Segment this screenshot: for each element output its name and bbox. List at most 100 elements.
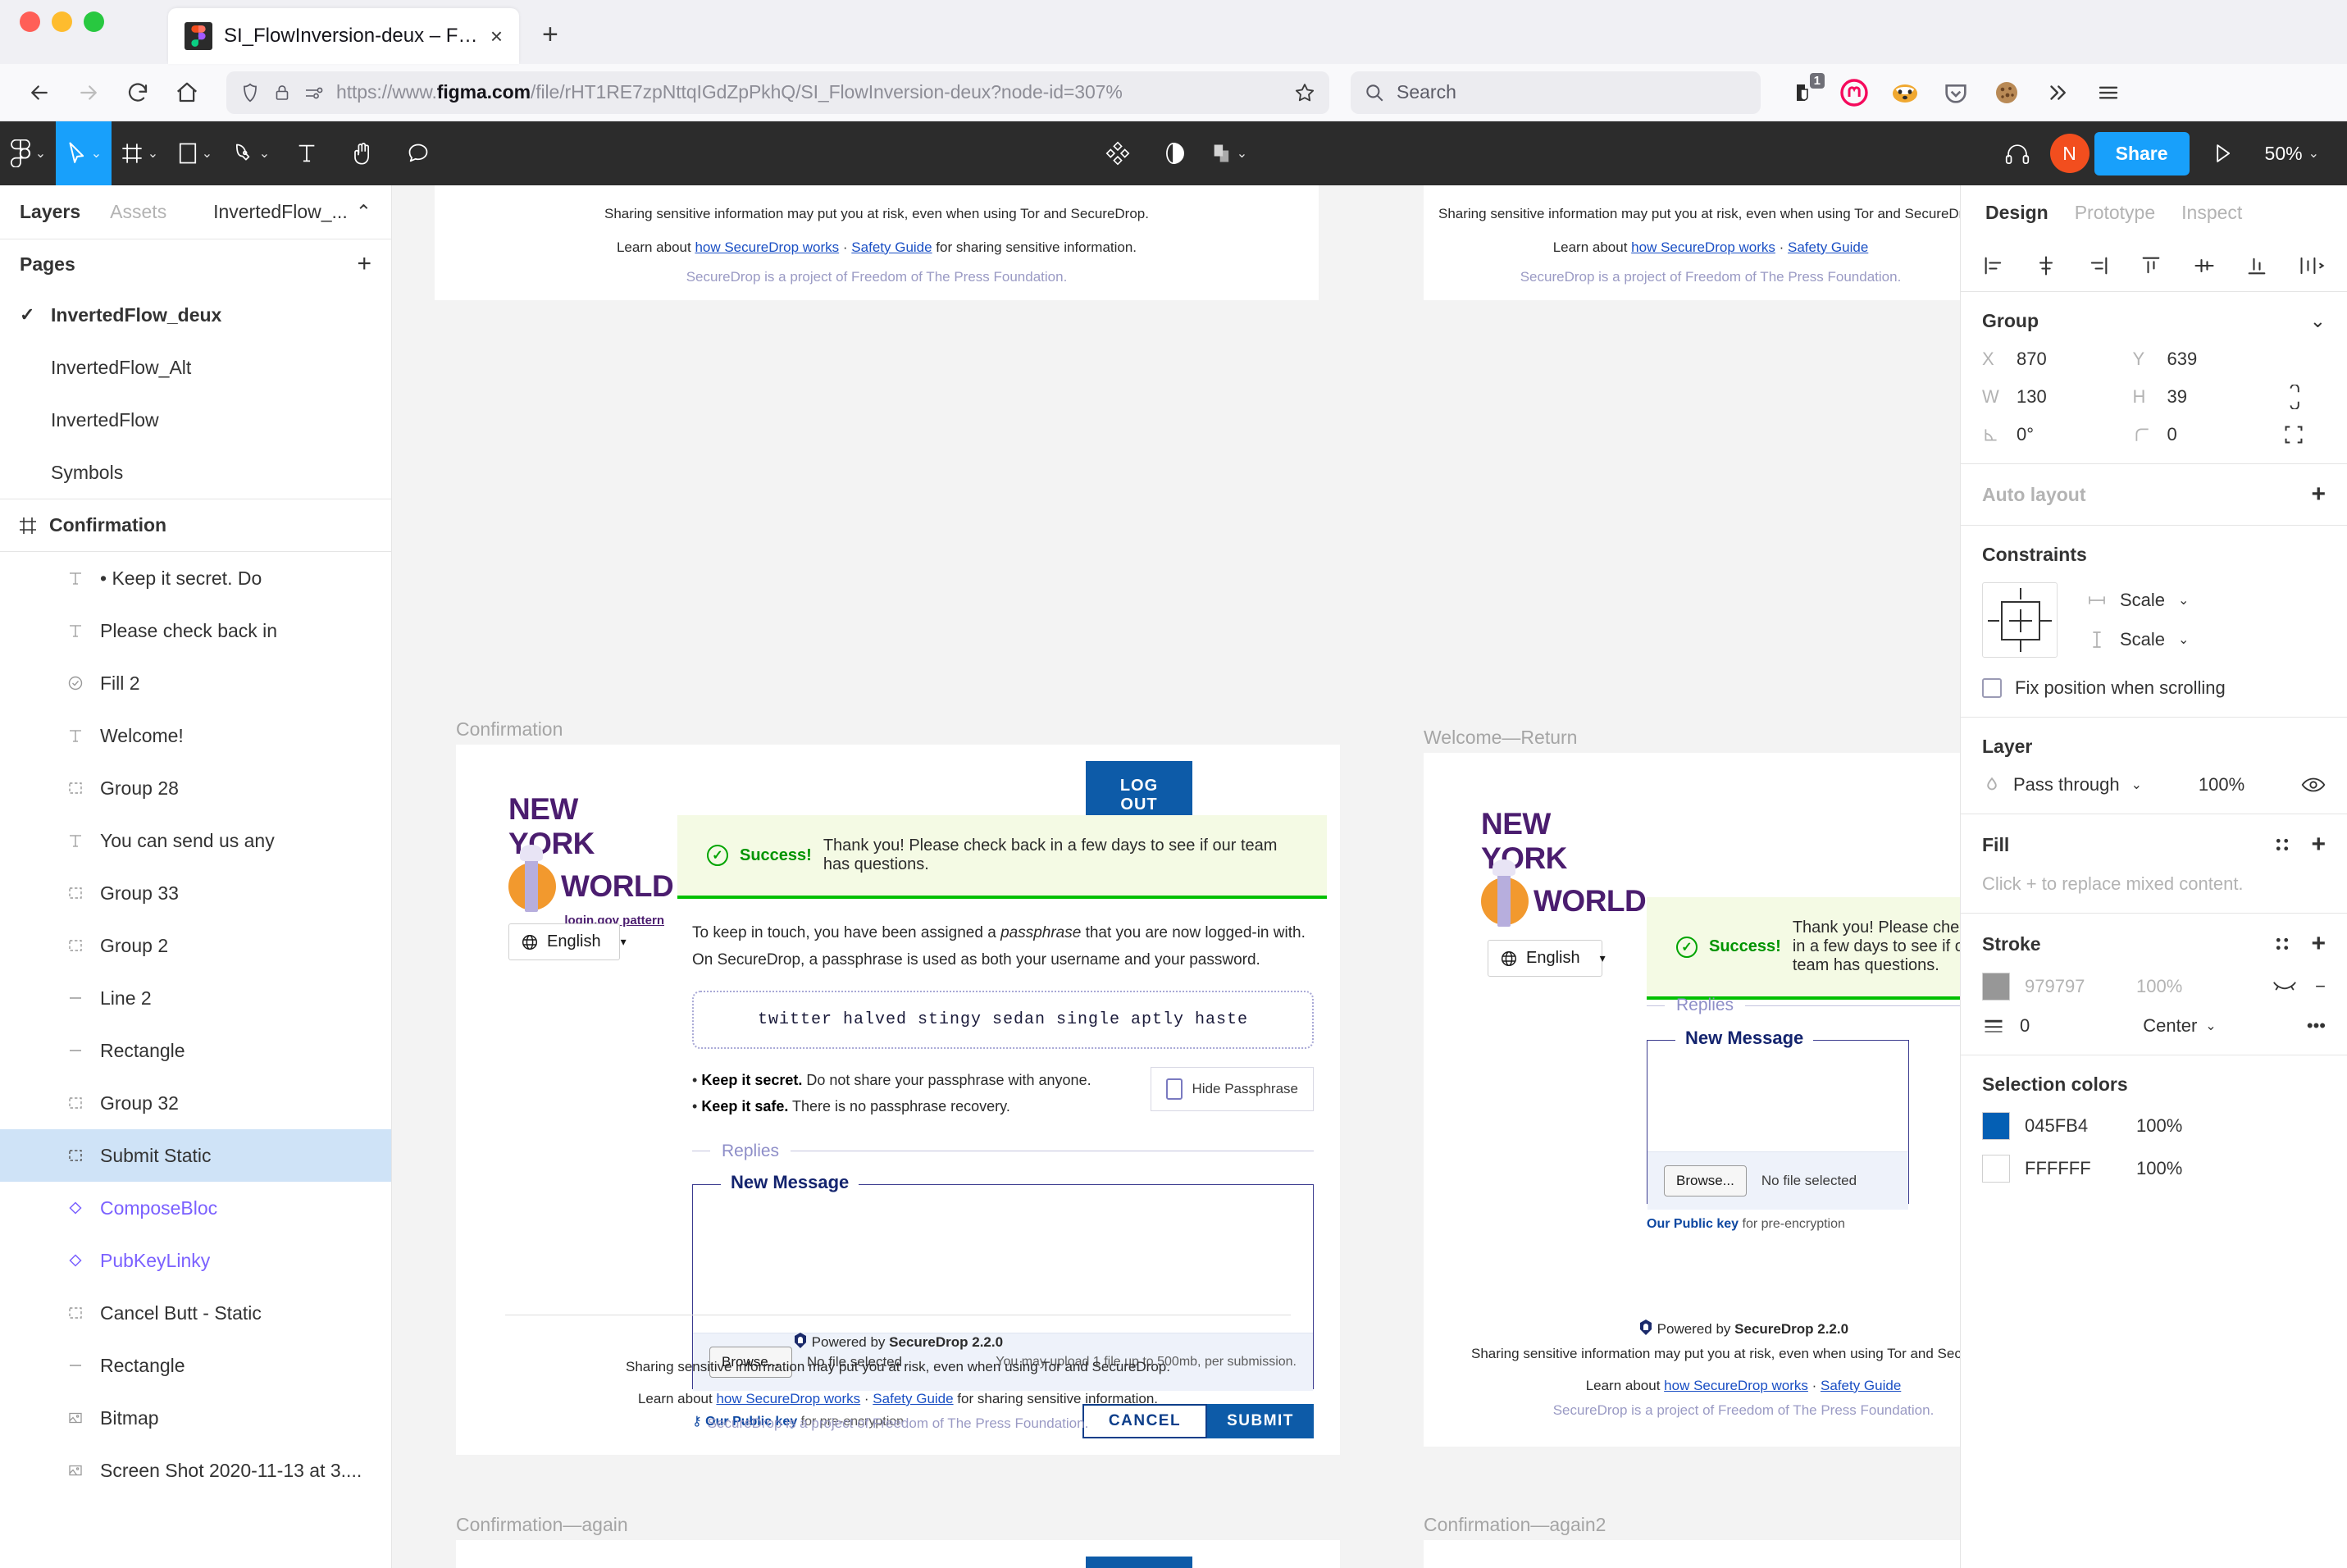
stroke-weight-value[interactable]: 0 (2020, 1015, 2030, 1037)
expand-radius-icon[interactable] (2283, 424, 2326, 445)
how-securedrop-works-link[interactable]: how SecureDrop works (695, 239, 839, 255)
layer-row[interactable]: Bitmap (0, 1392, 391, 1444)
fill-styles-icon[interactable] (2272, 834, 2293, 855)
height-field[interactable]: H 39 (2133, 386, 2284, 408)
search-bar[interactable]: Search (1351, 71, 1761, 114)
close-tab-icon[interactable]: × (490, 25, 503, 47)
layer-frame-confirmation[interactable]: Confirmation (0, 499, 391, 552)
comment-tool-button[interactable] (390, 121, 446, 185)
headphones-icon[interactable] (1989, 121, 2045, 185)
canvas-frame-confirmation-again[interactable]: NEW YORK WORLD login.gov pattern English… (456, 1540, 1340, 1568)
layer-row[interactable]: Please check back in (0, 604, 391, 657)
layer-row[interactable]: Group 28 (0, 762, 391, 814)
browser-tab[interactable]: SI_FlowInversion-deux – Figma × (168, 8, 519, 64)
distribute-icon[interactable] (2298, 254, 2326, 277)
frame-label-confirmation-again2[interactable]: Confirmation—again2 (1424, 1514, 1606, 1536)
safety-guide-link[interactable]: Safety Guide (851, 239, 932, 255)
hide-passphrase-toggle[interactable]: Hide Passphrase (1150, 1066, 1314, 1111)
blend-mode-select[interactable]: Pass through ⌄ (1982, 774, 2142, 795)
new-message-textarea[interactable] (693, 1185, 1313, 1333)
home-button[interactable] (166, 71, 208, 114)
page-item-symbols[interactable]: Symbols (0, 446, 391, 499)
hand-tool-button[interactable] (335, 121, 390, 185)
eye-closed-icon[interactable] (2272, 979, 2297, 994)
zoom-level-button[interactable]: 50% ⌄ (2255, 143, 2329, 165)
add-stroke-button[interactable]: + (2311, 932, 2326, 956)
present-play-icon[interactable] (2194, 121, 2250, 185)
frame-tool-button[interactable]: ⌄ (112, 121, 167, 185)
y-field[interactable]: Y 639 (2133, 349, 2284, 370)
selection-color-opacity[interactable]: 100% (2136, 1158, 2200, 1179)
remove-stroke-button[interactable]: − (2315, 976, 2326, 997)
bookmark-star-icon[interactable] (1293, 81, 1316, 104)
canvas-frame-welcome-return[interactable]: NEW YORK WORLD English ▾ ✓ Success! Than… (1424, 753, 1960, 1447)
logout-button[interactable]: LOG OUT (1086, 1557, 1192, 1568)
extension-pocket-icon[interactable] (1935, 71, 1977, 114)
frame-label-confirmation-again[interactable]: Confirmation—again (456, 1514, 628, 1536)
reload-button[interactable] (116, 71, 159, 114)
components-button[interactable] (1090, 121, 1146, 185)
maximize-window-button[interactable] (84, 11, 104, 32)
rotation-field[interactable]: 0° (1982, 424, 2133, 445)
frame-label-welcome-return[interactable]: Welcome—Return (1424, 727, 1577, 749)
tab-inspect[interactable]: Inspect (2181, 202, 2242, 224)
add-fill-button[interactable]: + (2311, 832, 2326, 857)
selection-color-hex[interactable]: 045FB4 (2025, 1115, 2121, 1137)
shape-tool-button[interactable]: ⌄ (167, 121, 223, 185)
layer-row[interactable]: Rectangle (0, 1339, 391, 1392)
tab-assets[interactable]: Assets (110, 201, 166, 223)
lock-aspect-ratio-icon[interactable] (2283, 385, 2326, 409)
extension-cookie-icon[interactable] (1985, 71, 2028, 114)
add-page-button[interactable]: + (357, 252, 371, 276)
vertical-constraint-select[interactable]: Scale ⌄ (2087, 629, 2189, 650)
align-bottom-icon[interactable] (2245, 254, 2268, 277)
user-avatar[interactable]: N (2049, 134, 2090, 173)
move-tool-button[interactable]: ⌄ (56, 121, 112, 185)
align-vertical-center-icon[interactable] (2193, 254, 2216, 277)
how-securedrop-works-link[interactable]: how SecureDrop works (1664, 1378, 1808, 1393)
layer-row[interactable]: Welcome! (0, 709, 391, 762)
stroke-opacity-value[interactable]: 100% (2136, 976, 2200, 997)
layer-row[interactable]: Group 32 (0, 1077, 391, 1129)
layer-row[interactable]: Rectangle (0, 1024, 391, 1077)
safety-guide-link[interactable]: Safety Guide (873, 1391, 953, 1406)
layer-row[interactable]: • Keep it secret. Do (0, 552, 391, 604)
add-auto-layout-button[interactable]: + (2311, 482, 2326, 507)
selection-color-swatch[interactable] (1982, 1112, 2010, 1140)
safety-guide-link[interactable]: Safety Guide (1821, 1378, 1901, 1393)
figma-menu-button[interactable]: ⌄ (0, 121, 56, 185)
fix-position-checkbox[interactable] (1982, 678, 2002, 698)
public-key-link[interactable]: Our Public key for pre-encryption (1647, 1217, 1960, 1232)
back-button[interactable] (18, 71, 61, 114)
file-name-button[interactable]: InvertedFlow_... ⌃ (213, 201, 371, 223)
permissions-icon[interactable] (303, 83, 325, 103)
align-right-icon[interactable] (2087, 254, 2110, 277)
extension-privacy-badger-icon[interactable] (1884, 71, 1926, 114)
layer-row[interactable]: Line 2 (0, 972, 391, 1024)
layer-row[interactable]: Group 2 (0, 919, 391, 972)
stroke-color-hex[interactable]: 979797 (2025, 976, 2121, 997)
stroke-more-options-button[interactable]: ••• (2307, 1015, 2326, 1037)
width-field[interactable]: W 130 (1982, 386, 2133, 408)
layer-row[interactable]: Screen Shot 2020-11-13 at 3.... (0, 1444, 391, 1497)
stroke-styles-icon[interactable] (2272, 933, 2293, 955)
constraints-widget[interactable] (1982, 582, 2058, 658)
canvas-frame-confirmation-again2[interactable]: NEW YORK WORLD login.gov pattern English… (1424, 1540, 1960, 1568)
align-horizontal-center-icon[interactable] (2035, 254, 2058, 277)
minimize-window-button[interactable] (52, 11, 72, 32)
eye-icon[interactable] (2301, 775, 2326, 795)
layer-row-submit-static[interactable]: Submit Static (0, 1129, 391, 1182)
horizontal-constraint-select[interactable]: Scale ⌄ (2087, 590, 2189, 611)
align-left-icon[interactable] (1982, 254, 2005, 277)
selection-color-swatch[interactable] (1982, 1155, 2010, 1183)
extension-mastodon-icon[interactable] (1833, 71, 1875, 114)
language-select[interactable]: English ▾ (1488, 940, 1606, 977)
selection-type-row[interactable]: Group ⌄ (1982, 310, 2326, 332)
safety-guide-link[interactable]: Safety Guide (1788, 239, 1868, 255)
stroke-align-select[interactable]: Center ⌄ (2143, 1015, 2216, 1037)
canvas-frame-partial-right[interactable]: Sharing sensitive information may put yo… (1424, 185, 1960, 300)
browser-menu-button[interactable] (2087, 71, 2130, 114)
new-message-textarea[interactable] (1647, 1041, 1908, 1151)
close-window-button[interactable] (20, 11, 40, 32)
layer-row[interactable]: Fill 2 (0, 657, 391, 709)
